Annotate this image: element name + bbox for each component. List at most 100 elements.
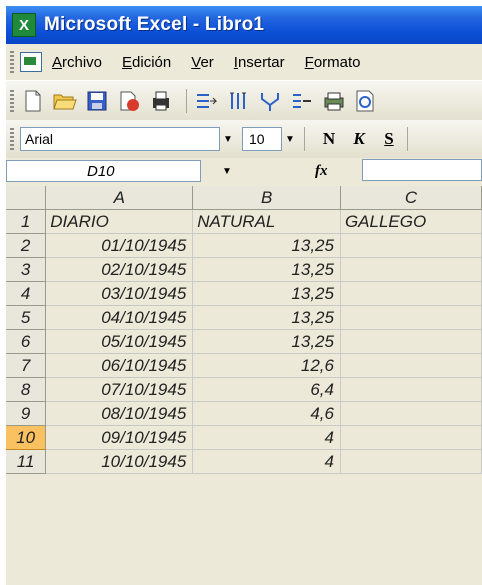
row-header[interactable]: 5 [6, 305, 47, 330]
permission-icon-graphic [120, 91, 139, 111]
open-icon-graphic [53, 94, 77, 110]
cell-c4[interactable] [340, 281, 482, 306]
cell-a3[interactable]: 02/10/1945 [45, 257, 194, 282]
print-area-icon[interactable] [148, 88, 174, 114]
merge-icon[interactable] [257, 88, 283, 114]
format-grip[interactable] [10, 128, 14, 150]
cell-b2[interactable]: 13,25 [192, 233, 341, 258]
cell-c8[interactable] [340, 377, 482, 402]
table-row: 9 08/10/1945 4,6 [6, 401, 482, 426]
cell-b7[interactable]: 12,6 [192, 353, 341, 378]
indent-icon-graphic [293, 94, 311, 108]
cell-b5[interactable]: 13,25 [192, 305, 341, 330]
name-box-value: D10 [87, 162, 115, 180]
cell-a9[interactable]: 08/10/1945 [45, 401, 194, 426]
table-row: 6 05/10/1945 13,25 [6, 329, 482, 354]
print-preview-icon[interactable] [353, 88, 379, 114]
cell-a1[interactable]: DIARIO [45, 209, 194, 234]
name-box-dropdown-icon[interactable]: ▼ [219, 160, 235, 182]
row-header[interactable]: 2 [6, 233, 47, 258]
cell-b9[interactable]: 4,6 [192, 401, 341, 426]
menu-ver-rest: er [200, 53, 214, 71]
function-icon[interactable]: fx [315, 163, 328, 180]
cell-a2[interactable]: 01/10/1945 [45, 233, 194, 258]
cell-b10[interactable]: 4 [192, 425, 341, 450]
table-row: 5 04/10/1945 13,25 [6, 305, 482, 330]
table-row: 7 06/10/1945 12,6 [6, 353, 482, 378]
worksheet-grid: A B C 1 DIARIO NATURAL GALLEGO 2 01/10/1… [6, 186, 482, 474]
select-all-corner[interactable] [6, 186, 47, 210]
size-dropdown-icon[interactable]: ▼ [282, 128, 298, 150]
cell-c1[interactable]: GALLEGO [340, 209, 482, 234]
row-header-active[interactable]: 10 [6, 425, 47, 450]
menu-insertar[interactable]: Insertar [234, 54, 285, 71]
cell-a10[interactable]: 09/10/1945 [45, 425, 194, 450]
cell-a11[interactable]: 10/10/1945 [45, 449, 194, 474]
permission-icon[interactable] [116, 88, 142, 114]
underline-button[interactable]: S [377, 127, 401, 151]
cell-b11[interactable]: 4 [192, 449, 341, 474]
cell-a6[interactable]: 05/10/1945 [45, 329, 194, 354]
name-box[interactable]: D10 [6, 160, 201, 182]
print-icon[interactable] [321, 88, 347, 114]
cell-b3[interactable]: 13,25 [192, 257, 341, 282]
row-header[interactable]: 9 [6, 401, 47, 426]
cell-c3[interactable] [340, 257, 482, 282]
row-header[interactable]: 6 [6, 329, 47, 354]
cell-a8[interactable]: 07/10/1945 [45, 377, 194, 402]
open-icon[interactable] [52, 88, 78, 114]
indent-icon[interactable] [289, 88, 315, 114]
row-header[interactable]: 1 [6, 209, 47, 234]
cell-c9[interactable] [340, 401, 482, 426]
row-header[interactable]: 3 [6, 257, 47, 282]
cell-c6[interactable] [340, 329, 482, 354]
workbook-icon[interactable] [20, 52, 42, 72]
column-header-b[interactable]: B [192, 186, 341, 210]
cells-table: A B C 1 DIARIO NATURAL GALLEGO 2 01/10/1… [6, 186, 482, 474]
row-header[interactable]: 8 [6, 377, 47, 402]
font-name-select[interactable]: Arial [20, 127, 220, 151]
column-header-a[interactable]: A [45, 186, 194, 210]
menu-ver[interactable]: Ver [191, 54, 214, 71]
menu-edicion[interactable]: Edición [122, 54, 171, 71]
cell-a4[interactable]: 03/10/1945 [45, 281, 194, 306]
window-title: Microsoft Excel - Libro1 [44, 14, 265, 35]
cell-b6[interactable]: 13,25 [192, 329, 341, 354]
font-name-value: Arial [25, 131, 54, 147]
italic-button[interactable]: K [347, 127, 371, 151]
new-icon[interactable] [20, 88, 46, 114]
cell-a5[interactable]: 04/10/1945 [45, 305, 194, 330]
insert-row-icon[interactable] [193, 88, 219, 114]
menu-formato-rest: ormato [313, 53, 361, 71]
save-icon[interactable] [84, 88, 110, 114]
font-size-value: 10 [249, 131, 265, 147]
cell-c2[interactable] [340, 233, 482, 258]
font-dropdown-icon[interactable]: ▼ [220, 128, 236, 150]
menu-archivo[interactable]: Archivo [52, 54, 102, 71]
cell-c7[interactable] [340, 353, 482, 378]
column-header-row: A B C [6, 186, 482, 210]
menu-edicion-key: E [122, 53, 133, 71]
menu-grip[interactable] [10, 51, 14, 73]
cell-b1[interactable]: NATURAL [192, 209, 341, 234]
bold-button[interactable]: N [317, 127, 341, 151]
menu-insertar-rest: nsertar [237, 53, 285, 71]
row-header[interactable]: 11 [6, 449, 47, 474]
toolbar-grip[interactable] [10, 90, 14, 112]
title-bar[interactable]: X Microsoft Excel - Libro1 [6, 6, 482, 44]
row-header[interactable]: 7 [6, 353, 47, 378]
font-size-select[interactable]: 10 [242, 127, 282, 151]
column-header-c[interactable]: C [340, 186, 482, 210]
menu-formato[interactable]: Formato [305, 54, 361, 71]
menu-edicion-rest: dición [132, 53, 172, 71]
cell-a7[interactable]: 06/10/1945 [45, 353, 194, 378]
row-header[interactable]: 4 [6, 281, 47, 306]
cell-b8[interactable]: 6,4 [192, 377, 341, 402]
cell-c10[interactable] [340, 425, 482, 450]
formula-input[interactable] [362, 159, 482, 181]
insert-column-icon[interactable] [225, 88, 251, 114]
cell-c11[interactable] [340, 449, 482, 474]
new-icon-graphic [25, 90, 41, 112]
cell-b4[interactable]: 13,25 [192, 281, 341, 306]
cell-c5[interactable] [340, 305, 482, 330]
